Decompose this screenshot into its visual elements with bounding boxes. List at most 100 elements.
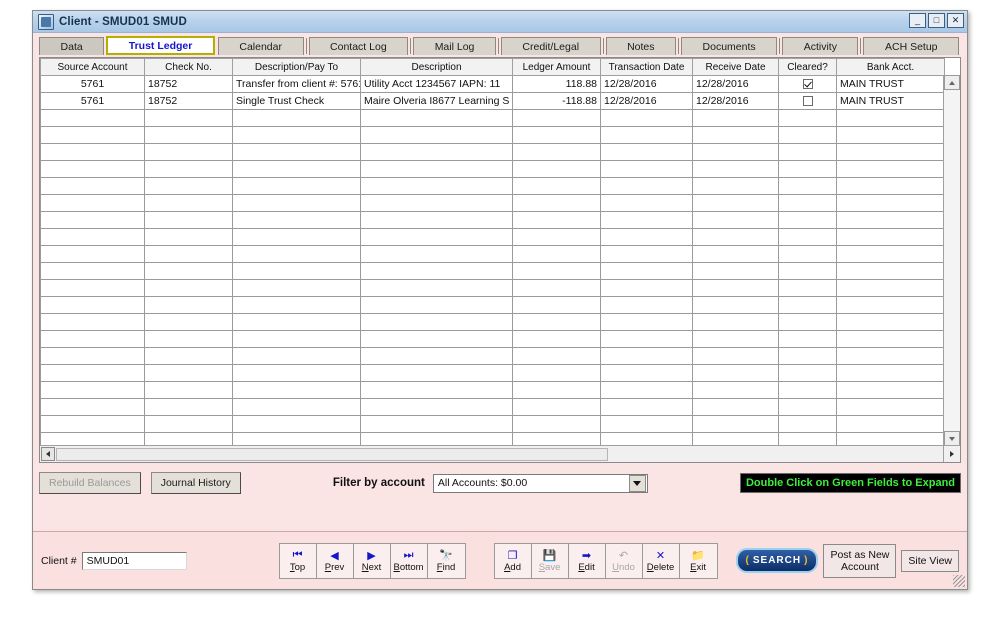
cell-empty[interactable] — [144, 228, 233, 246]
cell-empty[interactable] — [512, 330, 601, 348]
chevron-right-icon[interactable] — [950, 451, 954, 457]
cell-bank-acct[interactable]: MAIN TRUST — [836, 92, 945, 110]
cell-empty[interactable] — [778, 228, 837, 246]
cell-empty[interactable] — [512, 415, 601, 433]
cell-empty[interactable] — [778, 364, 837, 382]
cell-empty[interactable] — [692, 228, 779, 246]
cell-empty[interactable] — [600, 126, 693, 144]
cell-empty[interactable] — [778, 262, 837, 280]
cell-empty[interactable] — [778, 381, 837, 399]
table-row-empty[interactable] — [40, 313, 945, 331]
cell-empty[interactable] — [692, 330, 779, 348]
cell-empty[interactable] — [232, 262, 361, 280]
cell-empty[interactable] — [232, 296, 361, 314]
cell-empty[interactable] — [778, 143, 837, 161]
table-row-empty[interactable] — [40, 160, 945, 178]
cell-empty[interactable] — [360, 262, 513, 280]
cell-empty[interactable] — [232, 313, 361, 331]
cell-empty[interactable] — [836, 126, 945, 144]
cell-cleared[interactable] — [778, 92, 837, 110]
cell-empty[interactable] — [692, 160, 779, 178]
cleared-checkbox[interactable] — [802, 79, 813, 90]
cell-empty[interactable] — [778, 347, 837, 365]
cell-empty[interactable] — [692, 398, 779, 416]
action-edit-button[interactable]: ➡ Edit — [568, 543, 606, 578]
cell-empty[interactable] — [836, 211, 945, 229]
cell-empty[interactable] — [600, 194, 693, 212]
cell-empty[interactable] — [360, 109, 513, 127]
column-header-ledger-amount[interactable]: Ledger Amount — [512, 58, 601, 76]
table-row-empty[interactable] — [40, 211, 945, 229]
cell-empty[interactable] — [40, 262, 145, 280]
action-delete-button[interactable]: ✕ Delete — [642, 543, 680, 578]
cell-empty[interactable] — [512, 245, 601, 263]
account-filter-dropdown[interactable]: All Accounts: $0.00 — [432, 473, 648, 493]
cell-empty[interactable] — [360, 194, 513, 212]
cell-receive-date[interactable]: 12/28/2016 — [692, 92, 779, 110]
cell-empty[interactable] — [512, 398, 601, 416]
cell-ledger-amount[interactable]: 118.88 — [512, 75, 601, 93]
nav-bottom-button[interactable]: ⏭ Bottom — [390, 543, 428, 578]
cell-empty[interactable] — [512, 313, 601, 331]
client-number-input[interactable]: SMUD01 — [81, 551, 187, 570]
cell-empty[interactable] — [360, 381, 513, 399]
window-resize-grip[interactable] — [953, 575, 965, 587]
cell-empty[interactable] — [144, 313, 233, 331]
cell-empty[interactable] — [144, 109, 233, 127]
cell-empty[interactable] — [692, 262, 779, 280]
cell-empty[interactable] — [232, 228, 361, 246]
nav-next-button[interactable]: ▶ Next — [353, 543, 391, 578]
cell-description-pay-to[interactable]: Transfer from client #: 5761 — [232, 75, 361, 93]
cell-empty[interactable] — [232, 194, 361, 212]
table-row-empty[interactable] — [40, 177, 945, 195]
cell-empty[interactable] — [836, 296, 945, 314]
scroll-down-button[interactable] — [944, 431, 960, 446]
cell-empty[interactable] — [232, 330, 361, 348]
cell-empty[interactable] — [600, 415, 693, 433]
cell-empty[interactable] — [836, 398, 945, 416]
cell-empty[interactable] — [512, 262, 601, 280]
column-header-description[interactable]: Description — [360, 58, 513, 76]
tab-documents[interactable]: Documents — [681, 37, 778, 55]
cell-check-no[interactable]: 18752 — [144, 92, 233, 110]
cell-empty[interactable] — [232, 143, 361, 161]
cell-empty[interactable] — [360, 296, 513, 314]
cell-empty[interactable] — [778, 177, 837, 195]
cell-empty[interactable] — [360, 347, 513, 365]
column-header-cleared[interactable]: Cleared? — [778, 58, 837, 76]
maximize-button[interactable]: □ — [928, 13, 945, 28]
tab-contact-log[interactable]: Contact Log — [308, 37, 409, 55]
tab-notes[interactable]: Notes — [605, 37, 677, 55]
cell-empty[interactable] — [360, 279, 513, 297]
cell-empty[interactable] — [778, 211, 837, 229]
cell-empty[interactable] — [836, 109, 945, 127]
table-row-empty[interactable] — [40, 245, 945, 263]
table-row-empty[interactable] — [40, 262, 945, 280]
cell-empty[interactable] — [836, 347, 945, 365]
cell-empty[interactable] — [836, 262, 945, 280]
cell-empty[interactable] — [360, 415, 513, 433]
table-row-empty[interactable] — [40, 347, 945, 365]
column-header-check-no[interactable]: Check No. — [144, 58, 233, 76]
table-row-empty[interactable] — [40, 143, 945, 161]
cell-empty[interactable] — [40, 364, 145, 382]
cell-empty[interactable] — [836, 194, 945, 212]
table-row-empty[interactable] — [40, 364, 945, 382]
cell-empty[interactable] — [40, 415, 145, 433]
cell-empty[interactable] — [836, 245, 945, 263]
cell-empty[interactable] — [512, 177, 601, 195]
tab-credit-legal[interactable]: Credit/Legal — [500, 37, 601, 55]
cell-empty[interactable] — [600, 109, 693, 127]
cell-check-no[interactable]: 18752 — [144, 75, 233, 93]
cell-empty[interactable] — [512, 381, 601, 399]
cell-empty[interactable] — [692, 177, 779, 195]
cell-empty[interactable] — [836, 279, 945, 297]
cell-empty[interactable] — [144, 381, 233, 399]
cell-empty[interactable] — [144, 347, 233, 365]
tab-activity[interactable]: Activity — [782, 37, 859, 55]
cell-empty[interactable] — [512, 211, 601, 229]
cell-empty[interactable] — [512, 160, 601, 178]
cell-empty[interactable] — [144, 398, 233, 416]
cell-empty[interactable] — [512, 364, 601, 382]
cell-empty[interactable] — [512, 143, 601, 161]
